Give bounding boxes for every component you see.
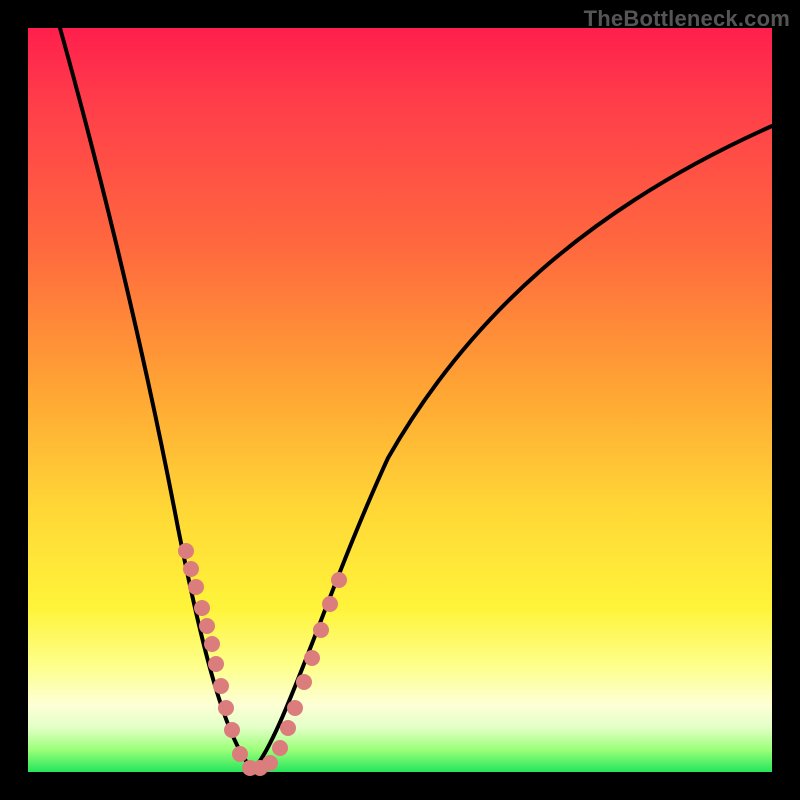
curve-marker	[296, 674, 312, 690]
bottleneck-curve	[60, 28, 772, 770]
curve-marker	[322, 596, 338, 612]
curve-marker	[188, 579, 204, 595]
curve-marker	[331, 572, 347, 588]
curve-marker	[232, 746, 248, 762]
plot-overlay	[28, 28, 772, 772]
curve-marker	[280, 720, 296, 736]
curve-marker	[272, 740, 288, 756]
curve-marker	[287, 700, 303, 716]
curve-marker	[204, 636, 220, 652]
curve-marker	[218, 700, 234, 716]
curve-marker	[262, 755, 278, 771]
curve-marker	[304, 650, 320, 666]
curve-marker	[183, 561, 199, 577]
curve-marker	[199, 618, 215, 634]
chart-root: TheBottleneck.com	[0, 0, 800, 800]
marker-group	[178, 543, 347, 776]
curve-marker	[213, 678, 229, 694]
curve-marker	[194, 600, 210, 616]
curve-marker	[224, 722, 240, 738]
curve-marker	[208, 656, 224, 672]
curve-marker	[178, 543, 194, 559]
curve-marker	[313, 622, 329, 638]
